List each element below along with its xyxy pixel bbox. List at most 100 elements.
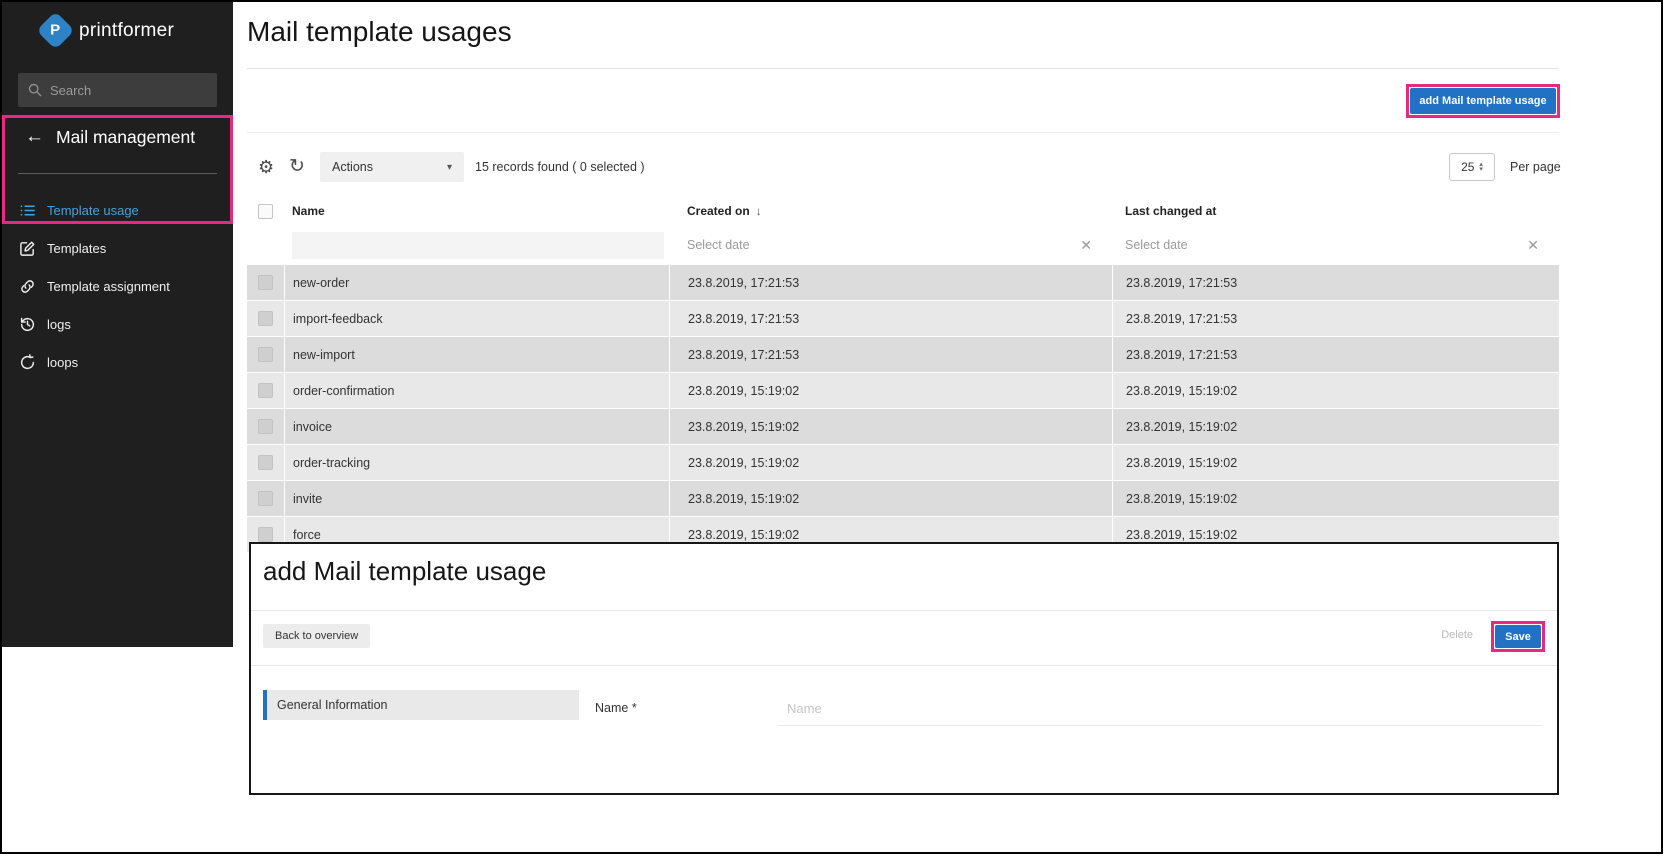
sidebar-item-label: loops: [47, 355, 78, 370]
logo-letter: P: [50, 22, 60, 39]
page-title: Mail template usages: [247, 16, 512, 48]
table-row[interactable]: new-import23.8.2019, 17:21:5323.8.2019, …: [247, 337, 1559, 373]
records-count-text: 15 records found ( 0 selected ): [475, 160, 645, 174]
back-arrow-icon: ←: [25, 126, 44, 148]
mail-template-usages-table: Name Created on ↓ Last changed at Select…: [247, 197, 1559, 553]
row-checkbox[interactable]: [258, 383, 273, 398]
tab-general-information[interactable]: General Information: [263, 690, 579, 720]
back-to-overview-button[interactable]: Back to overview: [263, 624, 370, 648]
created-on-date-filter[interactable]: Select date ✕: [669, 237, 1112, 254]
table-row[interactable]: invite23.8.2019, 15:19:0223.8.2019, 15:1…: [247, 481, 1559, 517]
row-checkbox[interactable]: [258, 275, 273, 290]
brand-name: printformer: [79, 20, 174, 42]
divider: [251, 665, 1557, 666]
modal-title: add Mail template usage: [263, 556, 546, 587]
sidebar-search[interactable]: [18, 73, 217, 107]
table-filter-row: Select date ✕ Select date ✕: [247, 225, 1559, 265]
row-checkbox[interactable]: [258, 491, 273, 506]
delete-button[interactable]: Delete: [1441, 629, 1473, 641]
add-mail-template-usage-modal: add Mail template usage Back to overview…: [249, 542, 1559, 795]
per-page-select[interactable]: 25 ▴▾: [1449, 153, 1495, 181]
divider: [247, 68, 1559, 69]
cell-last-changed: 23.8.2019, 15:19:02: [1112, 409, 1559, 444]
sidebar: P printformer ← Mail management Template…: [2, 2, 233, 647]
search-input[interactable]: [50, 83, 207, 98]
row-checkbox[interactable]: [258, 527, 273, 542]
date-filter-placeholder: Select date: [1125, 238, 1188, 252]
sidebar-item-template-usage[interactable]: Template usage: [2, 191, 233, 229]
select-all-checkbox[interactable]: [258, 204, 273, 219]
cell-last-changed: 23.8.2019, 17:21:53: [1112, 265, 1559, 300]
settings-gear-icon[interactable]: ⚙: [258, 158, 274, 176]
cell-name: new-order: [284, 265, 669, 300]
per-page-label: Per page: [1510, 160, 1561, 174]
sidebar-item-template-assignment[interactable]: Template assignment: [2, 267, 233, 305]
sidebar-divider: [18, 173, 217, 174]
cell-name: order-confirmation: [284, 373, 669, 408]
table-body: new-order23.8.2019, 17:21:5323.8.2019, 1…: [247, 265, 1559, 553]
table-row[interactable]: import-feedback23.8.2019, 17:21:5323.8.2…: [247, 301, 1559, 337]
search-icon: [28, 83, 42, 97]
cell-created-on: 23.8.2019, 17:21:53: [669, 301, 1112, 336]
cell-name: new-import: [284, 337, 669, 372]
cell-name: order-tracking: [284, 445, 669, 480]
printformer-logo-icon: P: [36, 11, 74, 49]
clear-date-icon[interactable]: ✕: [1527, 237, 1539, 254]
sidebar-item-label: logs: [47, 317, 71, 332]
sidebar-item-logs[interactable]: logs: [2, 305, 233, 343]
loop-icon: [19, 354, 36, 371]
cell-last-changed: 23.8.2019, 15:19:02: [1112, 445, 1559, 480]
cell-created-on: 23.8.2019, 17:21:53: [669, 337, 1112, 372]
cell-created-on: 23.8.2019, 15:19:02: [669, 481, 1112, 516]
link-icon: [19, 278, 36, 295]
app-window: P printformer ← Mail management Template…: [0, 0, 1663, 854]
sort-desc-icon: ↓: [756, 204, 762, 218]
sidebar-item-templates[interactable]: Templates: [2, 229, 233, 267]
sidebar-nav: Template usage Templates Template assign…: [2, 191, 233, 381]
cell-name: invite: [284, 481, 669, 516]
save-button[interactable]: Save: [1495, 625, 1541, 648]
sidebar-item-loops[interactable]: loops: [2, 343, 233, 381]
tab-label: General Information: [277, 698, 387, 712]
table-row[interactable]: new-order23.8.2019, 17:21:5323.8.2019, 1…: [247, 265, 1559, 301]
cell-created-on: 23.8.2019, 17:21:53: [669, 265, 1112, 300]
cell-last-changed: 23.8.2019, 15:19:02: [1112, 481, 1559, 516]
stepper-icon: ▴▾: [1479, 162, 1483, 172]
cell-last-changed: 23.8.2019, 17:21:53: [1112, 337, 1559, 372]
date-filter-placeholder: Select date: [687, 238, 750, 252]
cell-created-on: 23.8.2019, 15:19:02: [669, 409, 1112, 444]
column-header-created-on[interactable]: Created on ↓: [669, 197, 1112, 225]
name-input[interactable]: [777, 692, 1543, 726]
row-checkbox[interactable]: [258, 347, 273, 362]
sidebar-back-mail-management[interactable]: ← Mail management: [25, 126, 195, 148]
name-filter-input[interactable]: [292, 232, 664, 259]
add-mail-template-usage-button[interactable]: add Mail template usage: [1410, 88, 1556, 114]
column-header-last-changed[interactable]: Last changed at: [1112, 197, 1559, 225]
table-row[interactable]: order-confirmation23.8.2019, 15:19:0223.…: [247, 373, 1559, 409]
table-row[interactable]: invoice23.8.2019, 15:19:0223.8.2019, 15:…: [247, 409, 1559, 445]
last-changed-date-filter[interactable]: Select date ✕: [1112, 237, 1559, 254]
divider: [251, 610, 1557, 611]
brand[interactable]: P printformer: [42, 17, 174, 44]
list-icon: [19, 202, 36, 219]
per-page-value: 25: [1461, 160, 1474, 174]
table-row[interactable]: order-tracking23.8.2019, 15:19:0223.8.20…: [247, 445, 1559, 481]
mail-management-label: Mail management: [56, 127, 195, 148]
row-checkbox[interactable]: [258, 419, 273, 434]
clear-date-icon[interactable]: ✕: [1080, 237, 1092, 254]
refresh-icon[interactable]: ↻: [289, 157, 305, 176]
row-checkbox[interactable]: [258, 311, 273, 326]
row-checkbox[interactable]: [258, 455, 273, 470]
cell-name: import-feedback: [284, 301, 669, 336]
name-field-label: Name *: [595, 701, 637, 715]
cell-last-changed: 23.8.2019, 15:19:02: [1112, 373, 1559, 408]
history-clock-icon: [19, 316, 36, 333]
actions-dropdown[interactable]: Actions ▾: [320, 152, 464, 182]
pencil-edit-icon: [19, 240, 36, 257]
sidebar-item-label: Template usage: [47, 203, 139, 218]
cell-last-changed: 23.8.2019, 17:21:53: [1112, 301, 1559, 336]
table-header-row: Name Created on ↓ Last changed at: [247, 197, 1559, 225]
cell-created-on: 23.8.2019, 15:19:02: [669, 373, 1112, 408]
column-header-name[interactable]: Name: [284, 197, 669, 225]
actions-dropdown-label: Actions: [332, 160, 373, 174]
